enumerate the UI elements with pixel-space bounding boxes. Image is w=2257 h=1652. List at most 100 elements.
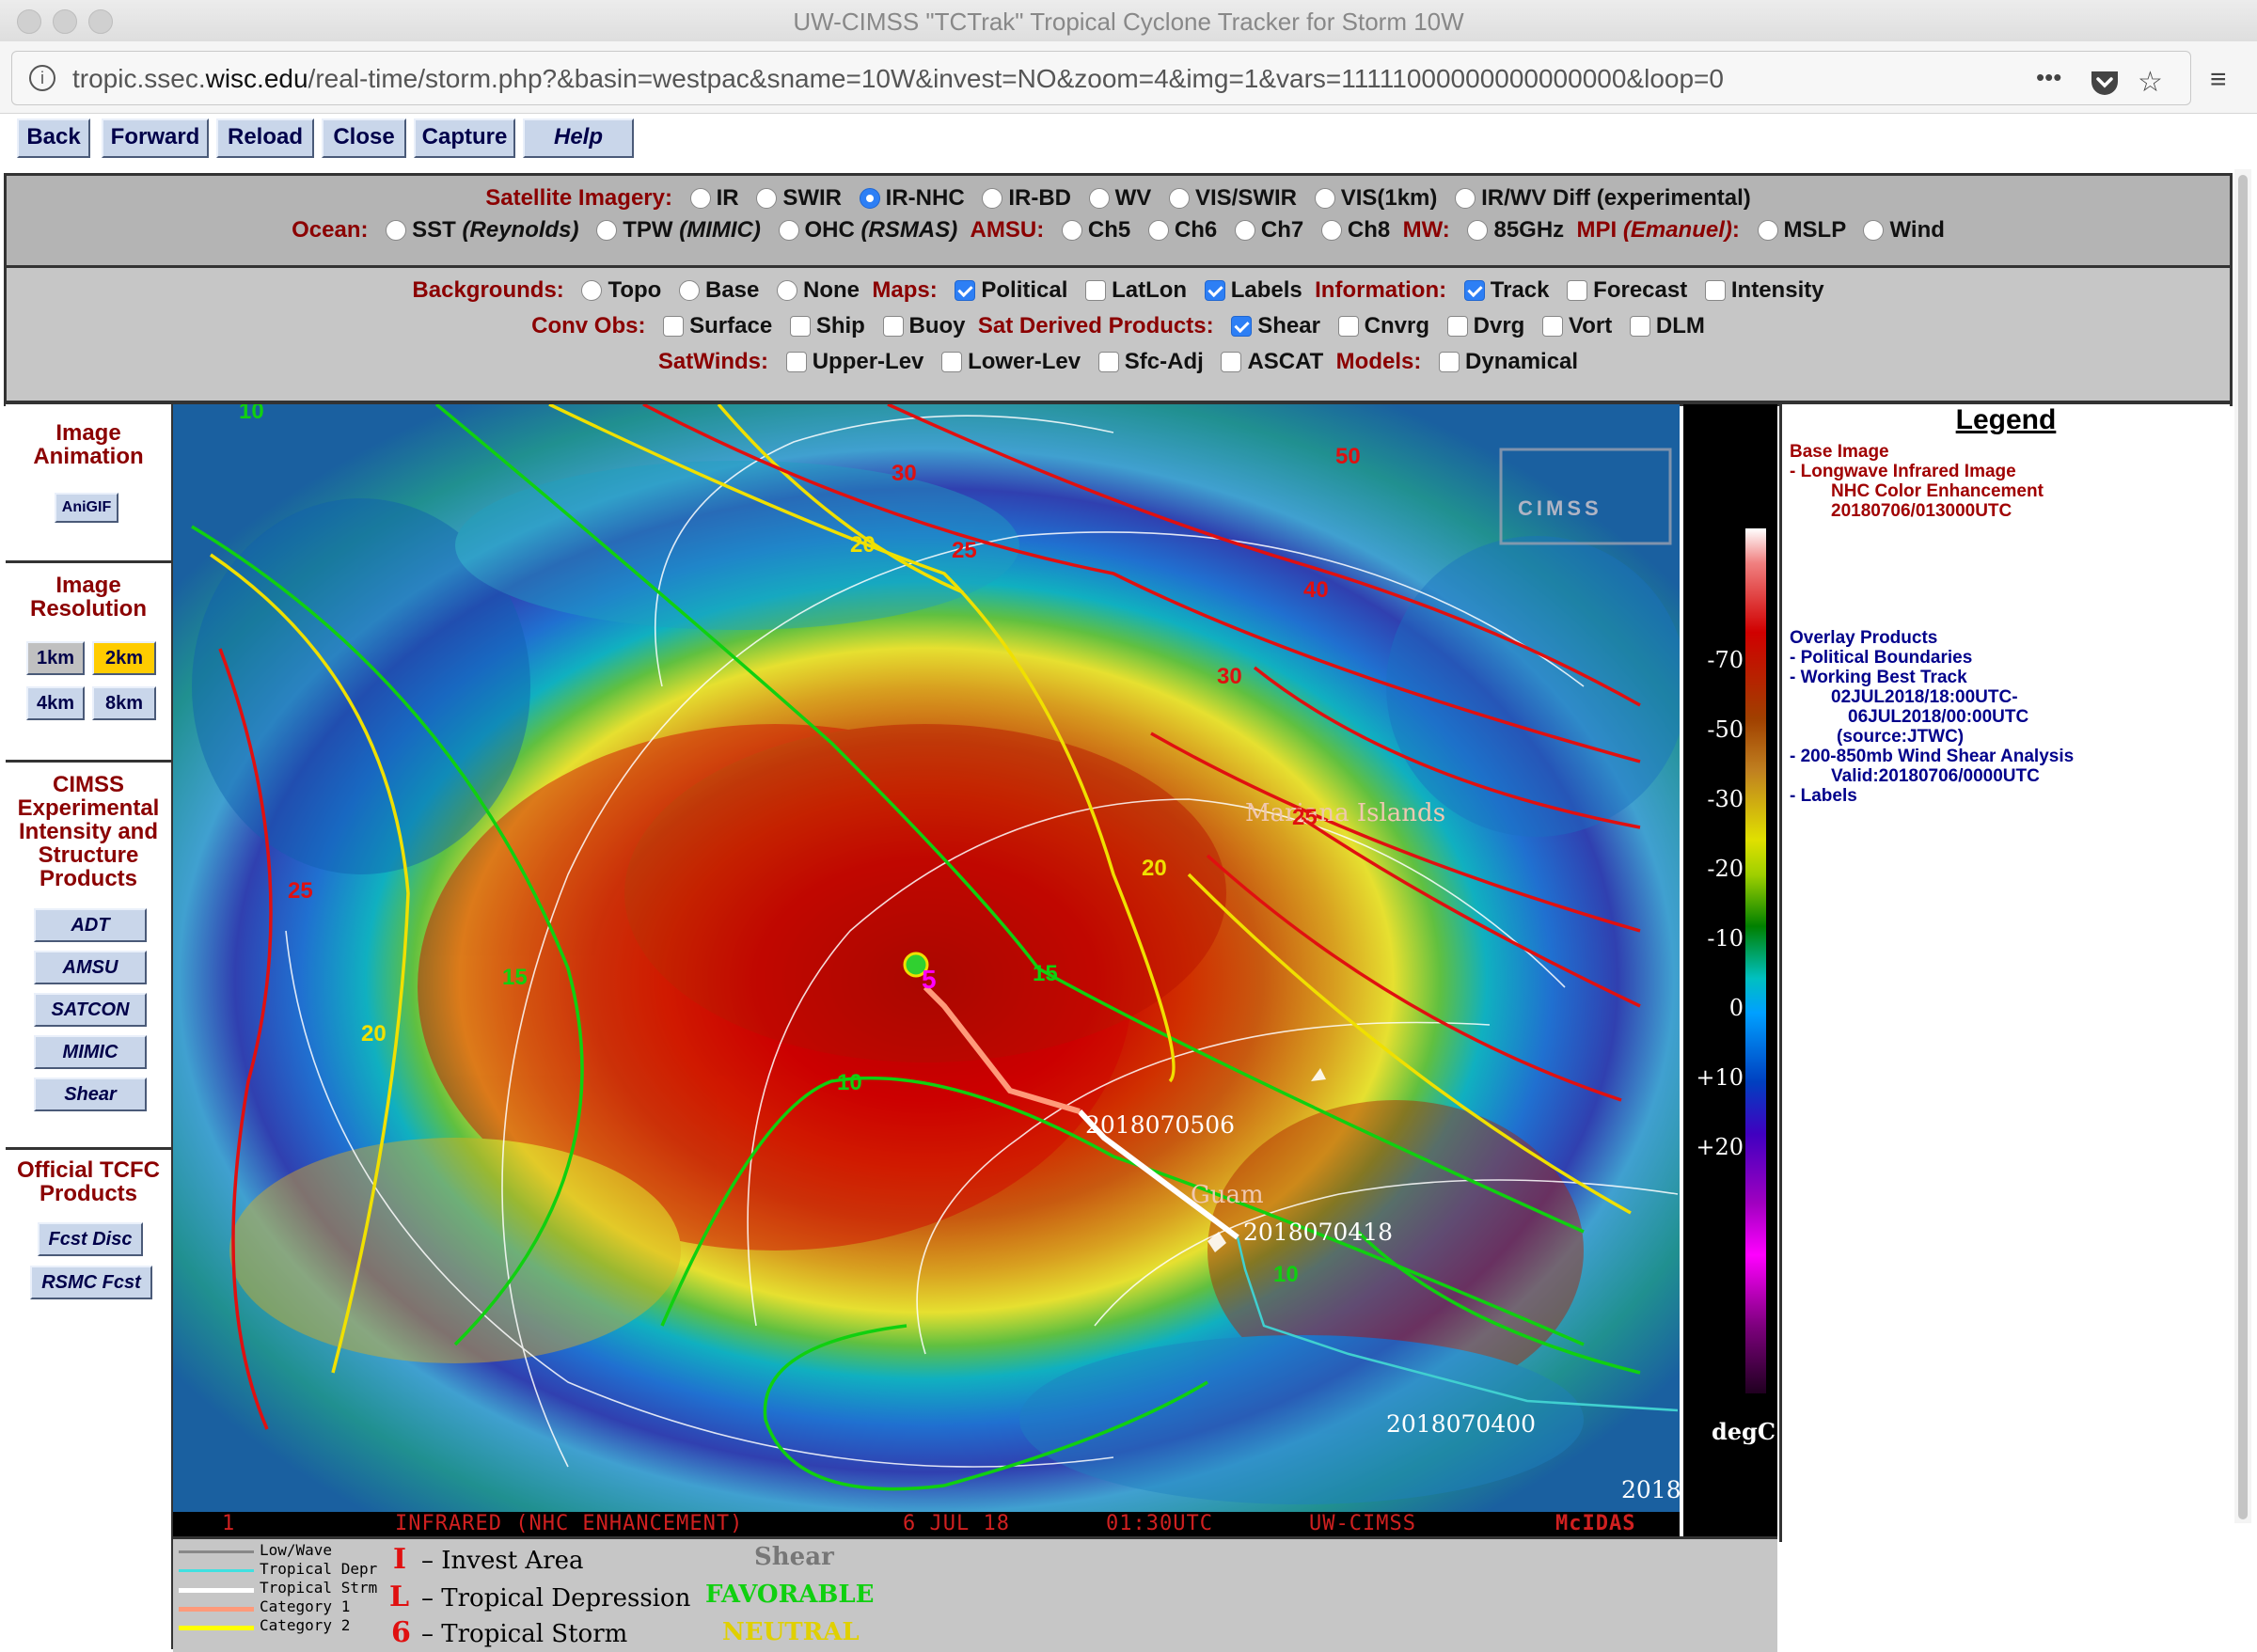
satellite-map-image[interactable]: Mariana Islands Guam 2018070506 20180704… bbox=[173, 404, 1680, 1512]
storm-symbol: 5 bbox=[922, 965, 937, 994]
key-label: Tropical Depr bbox=[260, 1560, 378, 1578]
checkbox-dvrg[interactable] bbox=[1446, 316, 1468, 337]
checkbox-shear[interactable] bbox=[1231, 316, 1253, 337]
contour-label: 50 bbox=[1335, 444, 1361, 469]
checkbox-upper-lev[interactable] bbox=[785, 352, 807, 372]
legend-line: - Working Best Track bbox=[1790, 668, 1967, 687]
contour-label: 20 bbox=[361, 1021, 387, 1046]
checkbox-vort[interactable] bbox=[1542, 316, 1564, 337]
mimic-button[interactable]: MIMIC bbox=[34, 1035, 147, 1069]
contour-label: 10 bbox=[1273, 1262, 1299, 1287]
colorbar-tick: -20 bbox=[1707, 856, 1744, 882]
checkbox-ship[interactable] bbox=[789, 316, 811, 337]
legend-overlay-heading: Overlay Products bbox=[1790, 628, 1938, 648]
anigif-button[interactable]: AniGIF bbox=[55, 493, 118, 523]
res-4km-button[interactable]: 4km bbox=[26, 686, 85, 720]
checkbox-latlon[interactable] bbox=[1085, 280, 1107, 301]
reload-button[interactable]: Reload bbox=[216, 118, 314, 158]
track-line-key: Low/Wave Tropical Depr Tropical Strm Cat… bbox=[179, 1541, 386, 1650]
bookmark-star-icon[interactable]: ☆ bbox=[2138, 69, 2163, 97]
legend-line: (source:JTWC) bbox=[1837, 727, 1965, 747]
window-titlebar: UW-CIMSS "TCTrak" Tropical Cyclone Track… bbox=[0, 0, 2257, 42]
radio-wv[interactable] bbox=[1088, 188, 1110, 209]
address-bar[interactable]: i tropic.ssec.wisc.edu/real-time/storm.p… bbox=[11, 51, 2191, 105]
checkbox-labels[interactable] bbox=[1204, 280, 1225, 301]
hamburger-menu-icon[interactable]: ≡ bbox=[2210, 66, 2227, 94]
res-8km-button[interactable]: 8km bbox=[92, 686, 156, 720]
checkbox-sfc-adj[interactable] bbox=[1097, 352, 1119, 372]
pocket-icon[interactable] bbox=[2089, 69, 2121, 102]
storm-label: – Tropical Storm bbox=[421, 1620, 628, 1648]
radio-wind[interactable] bbox=[1863, 220, 1885, 241]
info-icon[interactable]: i bbox=[29, 65, 55, 91]
legend-line: - Labels bbox=[1790, 786, 1857, 806]
contour-label: 25 bbox=[288, 878, 313, 904]
legend-line: Valid:20180706/0000UTC bbox=[1831, 766, 2040, 786]
amsu-button[interactable]: AMSU bbox=[34, 951, 147, 984]
radio-mslp[interactable] bbox=[1757, 220, 1778, 241]
legend-line: NHC Color Enhancement bbox=[1831, 481, 2044, 501]
colorbar-unit: degC bbox=[1712, 1418, 1776, 1445]
contour-label: 10 bbox=[239, 404, 264, 424]
url-text[interactable]: tropic.ssec.wisc.edu/real-time/storm.php… bbox=[72, 64, 1724, 94]
radio-tpw[interactable] bbox=[596, 220, 618, 241]
checkbox-intensity[interactable] bbox=[1704, 280, 1726, 301]
shear-button[interactable]: Shear bbox=[34, 1078, 147, 1111]
satcon-button[interactable]: SATCON bbox=[34, 993, 147, 1027]
res-2km-button[interactable]: 2km bbox=[92, 641, 156, 675]
checkbox-buoy[interactable] bbox=[882, 316, 904, 337]
cimss-products-heading: CIMSS Experimental Intensity and Structure P… bbox=[17, 772, 160, 891]
back-button[interactable]: Back bbox=[17, 118, 90, 158]
checkbox-surface[interactable] bbox=[663, 316, 685, 337]
forward-button[interactable]: Forward bbox=[102, 118, 209, 158]
checkbox-cnvrg[interactable] bbox=[1337, 316, 1359, 337]
radio-topo[interactable] bbox=[581, 280, 603, 301]
checkbox-dynamical[interactable] bbox=[1439, 352, 1460, 372]
res-1km-button[interactable]: 1km bbox=[26, 641, 85, 675]
radio-swir[interactable] bbox=[756, 188, 778, 209]
radio-none[interactable] bbox=[777, 280, 798, 301]
radio-ohc[interactable] bbox=[778, 220, 799, 241]
checkbox-forecast[interactable] bbox=[1567, 280, 1588, 301]
map-overlays bbox=[191, 404, 1680, 1504]
radio-ir-nhc[interactable] bbox=[859, 188, 880, 209]
radio-ch5[interactable] bbox=[1061, 220, 1082, 241]
fcst-disc-button[interactable]: Fcst Disc bbox=[38, 1222, 143, 1256]
contour-label: 30 bbox=[1217, 664, 1242, 689]
contour-label: 30 bbox=[892, 461, 917, 486]
track-time-label: 2018 bbox=[1621, 1476, 1680, 1503]
checkbox-lower-lev[interactable] bbox=[941, 352, 963, 372]
contour-label: 15 bbox=[502, 965, 528, 990]
colorbar-tick: -10 bbox=[1707, 925, 1744, 952]
checkbox-dlm[interactable] bbox=[1629, 316, 1650, 337]
contour-label: 15 bbox=[1033, 961, 1058, 986]
adt-button[interactable]: ADT bbox=[34, 908, 147, 942]
help-button[interactable]: Help bbox=[523, 118, 634, 158]
temperature-colorbar: -70 -50 -30 -20 -10 0 +10 +20 degC bbox=[1683, 404, 1777, 1536]
window-title: UW-CIMSS "TCTrak" Tropical Cyclone Track… bbox=[793, 8, 1464, 36]
checkbox-ascat[interactable] bbox=[1221, 352, 1242, 372]
radio-vis-swir[interactable] bbox=[1169, 188, 1190, 209]
radio-sst[interactable] bbox=[386, 220, 407, 241]
legend-panel: Legend Base Image - Longwave Infrared Im… bbox=[1779, 404, 2230, 1542]
radio-vis-1km[interactable] bbox=[1314, 188, 1335, 209]
radio-ch7[interactable] bbox=[1234, 220, 1255, 241]
radio-ir-bd[interactable] bbox=[982, 188, 1003, 209]
page-scrollbar-thumb[interactable] bbox=[2238, 175, 2248, 1519]
capture-button[interactable]: Capture bbox=[414, 118, 515, 158]
checkbox-track[interactable] bbox=[1463, 280, 1485, 301]
radio-ch6[interactable] bbox=[1147, 220, 1169, 241]
legend-line: - Political Boundaries bbox=[1790, 648, 1973, 668]
page-actions-icon[interactable]: ••• bbox=[2036, 63, 2061, 91]
rsmc-fcst-button[interactable]: RSMC Fcst bbox=[30, 1266, 152, 1299]
sidebar-divider bbox=[6, 560, 171, 563]
radio-ch8[interactable] bbox=[1320, 220, 1342, 241]
radio-base[interactable] bbox=[678, 280, 700, 301]
legend-line: 02JUL2018/18:00UTC- bbox=[1831, 687, 2018, 707]
checkbox-political[interactable] bbox=[955, 280, 976, 301]
radio-ir-wv-diff[interactable] bbox=[1455, 188, 1476, 209]
radio-85ghz[interactable] bbox=[1467, 220, 1489, 241]
close-button[interactable]: Close bbox=[322, 118, 406, 158]
sidebar-divider bbox=[6, 760, 171, 763]
radio-ir[interactable] bbox=[689, 188, 711, 209]
